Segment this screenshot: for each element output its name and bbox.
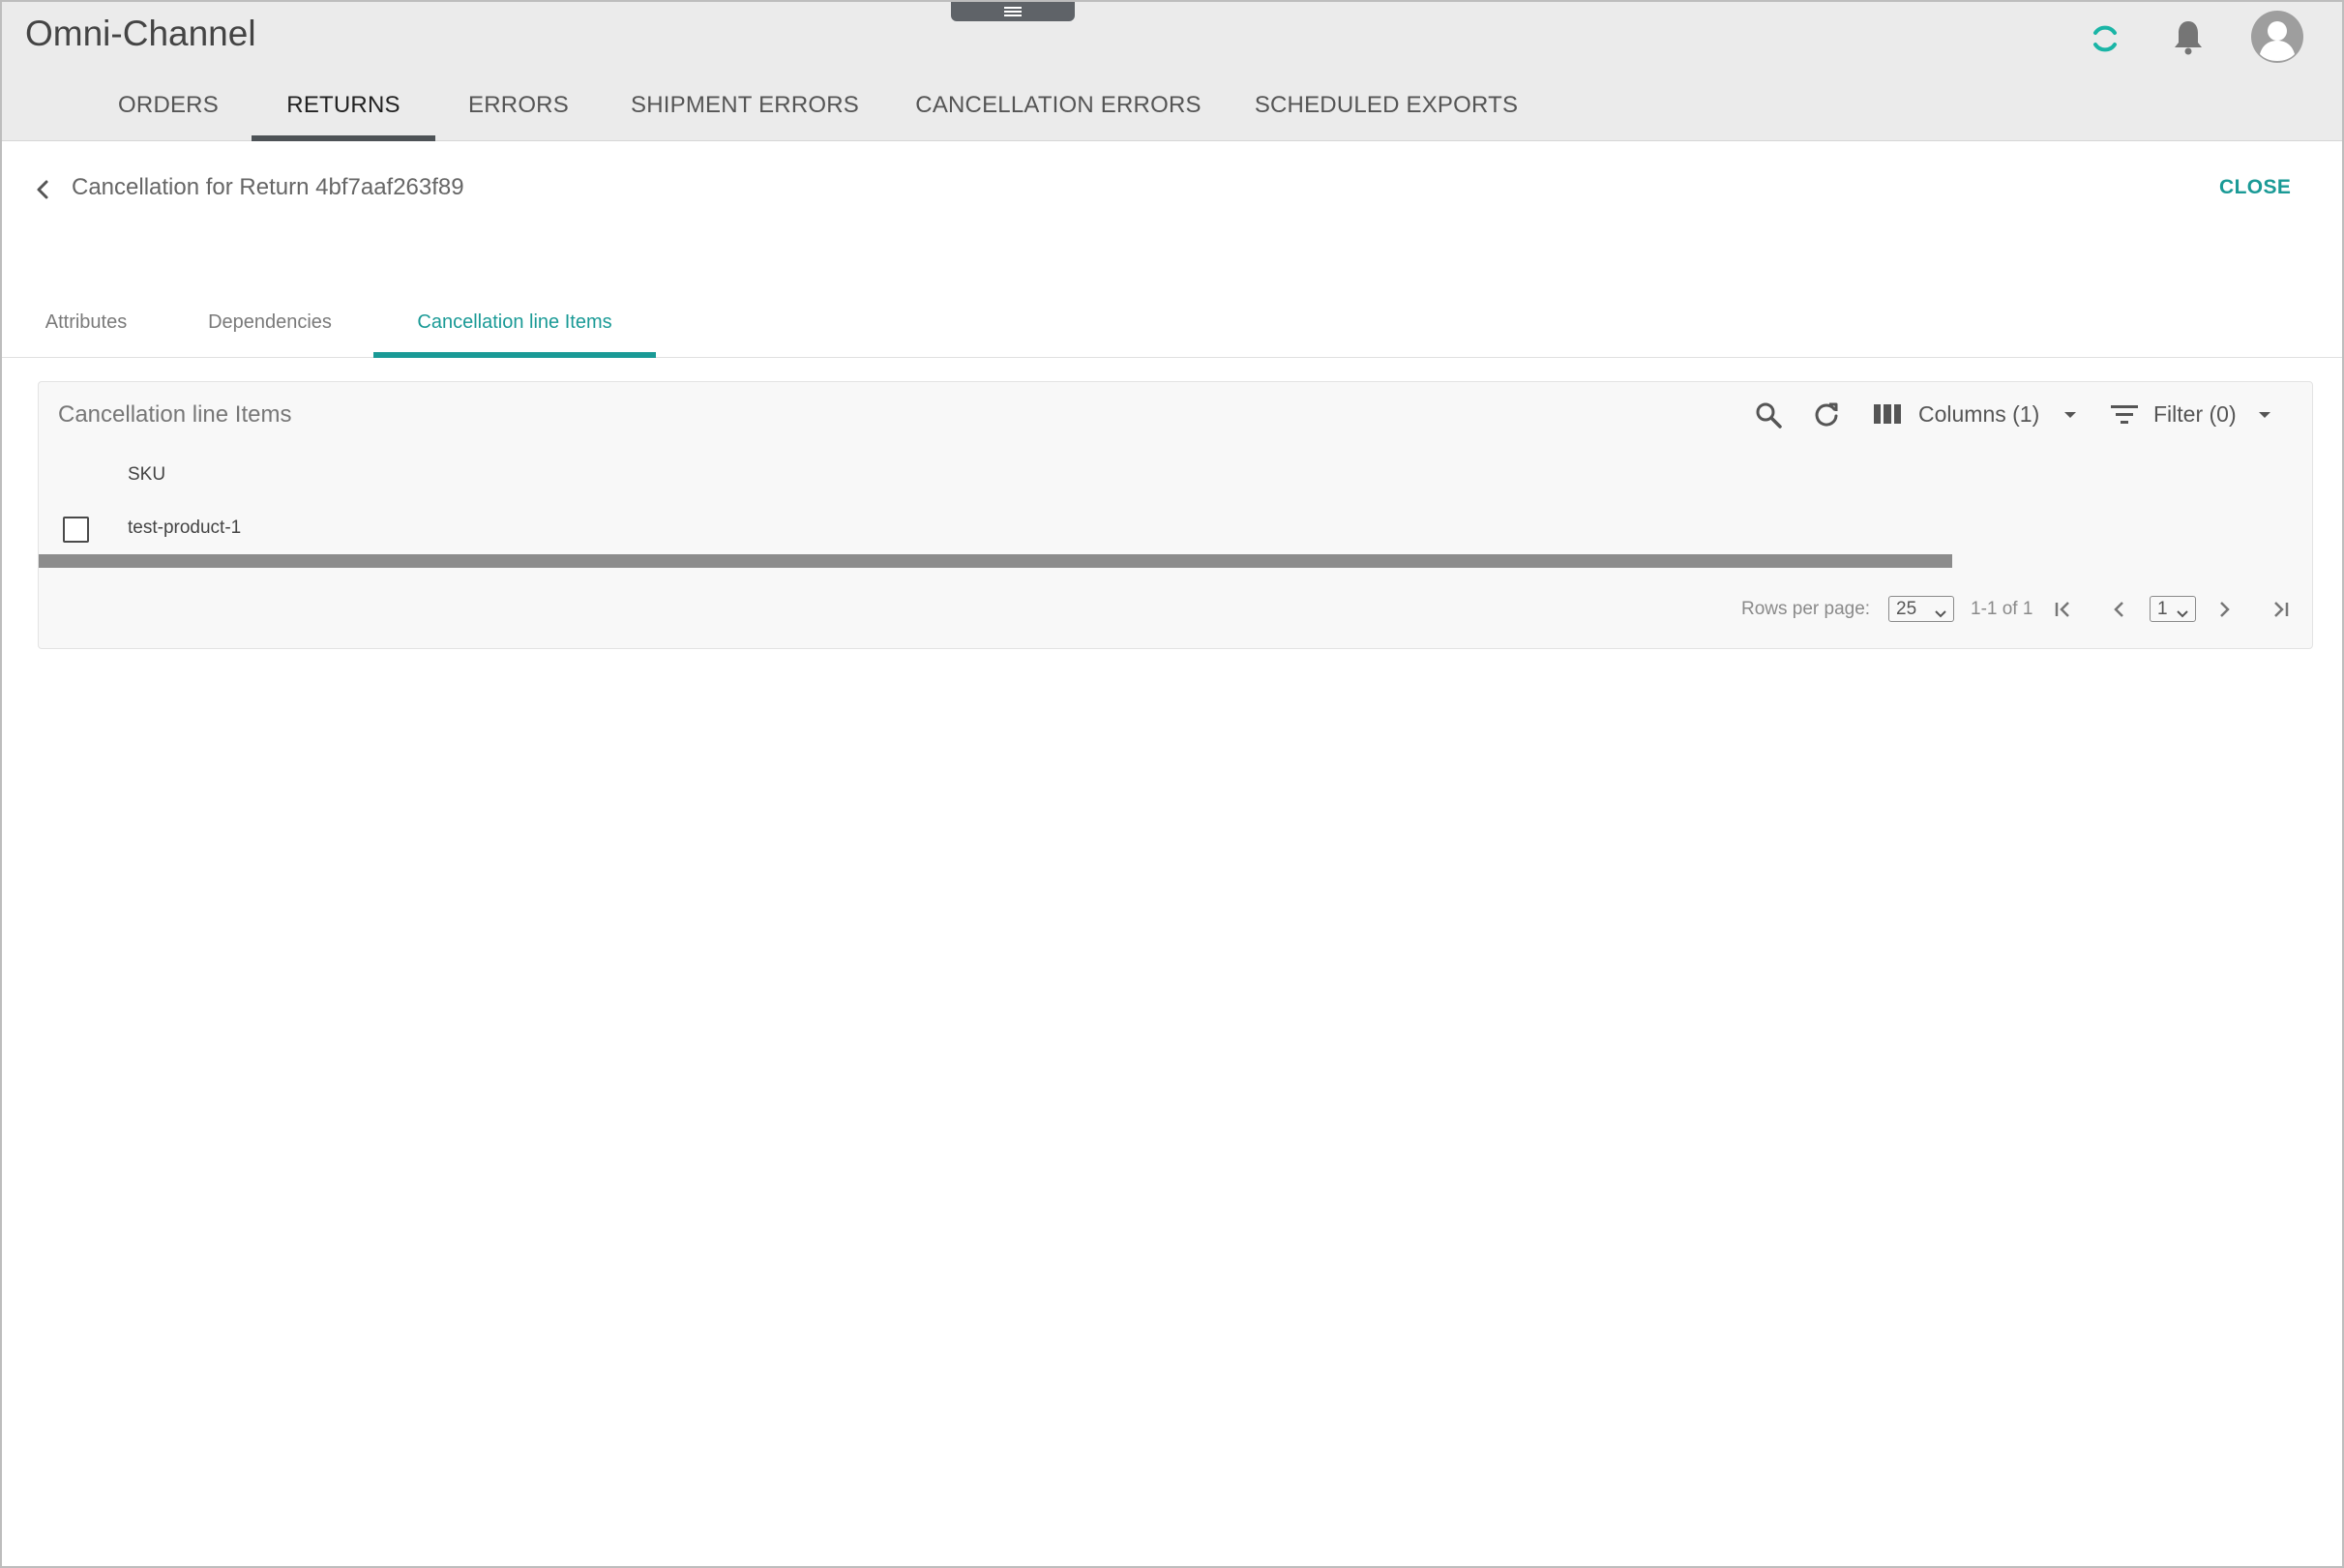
row-checkbox[interactable]: [63, 517, 89, 543]
tab-label: SHIPMENT ERRORS: [631, 92, 859, 118]
app-title: Omni-Channel: [25, 14, 256, 53]
tab-shipment-errors[interactable]: SHIPMENT ERRORS: [627, 79, 863, 141]
main-nav: ORDERS RETURNS ERRORS SHIPMENT ERRORS CA…: [2, 79, 2342, 141]
tab-label: RETURNS: [286, 92, 401, 118]
avatar-icon[interactable]: [2250, 10, 2304, 64]
close-button[interactable]: CLOSE: [2219, 176, 2291, 199]
app-header: Omni-Channel ORDERS RETURNS ERRORS SHIPM…: [2, 2, 2342, 141]
previous-page-icon[interactable]: [2105, 595, 2134, 624]
tab-scheduled-exports[interactable]: SCHEDULED EXPORTS: [1252, 79, 1521, 141]
detail-title: Cancellation for Return 4bf7aaf263f89: [72, 174, 464, 200]
tab-label: Dependencies: [208, 311, 332, 333]
tab-dependencies[interactable]: Dependencies: [182, 292, 358, 358]
tab-label: Cancellation line Items: [417, 311, 612, 333]
column-header-sku[interactable]: SKU: [128, 464, 165, 486]
horizontal-scrollbar[interactable]: [39, 554, 1952, 568]
caret-down-icon[interactable]: [2059, 403, 2082, 427]
last-page-icon[interactable]: [2266, 595, 2295, 624]
rows-per-page-label: Rows per page:: [1741, 599, 1871, 619]
card-title: Cancellation line Items: [58, 401, 292, 428]
tab-cancellation-line-items[interactable]: Cancellation line Items: [373, 292, 656, 358]
tab-label: CANCELLATION ERRORS: [915, 92, 1202, 118]
app-window: Omni-Channel ORDERS RETURNS ERRORS SHIPM…: [0, 0, 2344, 1568]
columns-button[interactable]: Columns (1): [1918, 401, 2039, 428]
chevron-down-icon: [1934, 604, 1947, 625]
detail-tabs: Attributes Dependencies Cancellation lin…: [2, 292, 2342, 358]
columns-icon[interactable]: [1873, 399, 1902, 429]
tab-label: Attributes: [45, 311, 128, 333]
filter-icon[interactable]: [2109, 399, 2140, 429]
filter-button[interactable]: Filter (0): [2153, 401, 2237, 428]
table-cell-sku: test-product-1: [128, 518, 242, 538]
next-page-icon[interactable]: [2210, 595, 2239, 624]
first-page-icon[interactable]: [2049, 595, 2078, 624]
page-value: 1: [2157, 598, 2168, 619]
loading-spinner-icon: [2084, 17, 2126, 60]
caret-down-icon[interactable]: [2253, 403, 2276, 427]
tab-label: ORDERS: [118, 92, 219, 118]
chevron-down-icon: [2176, 604, 2189, 625]
rows-per-page-value: 25: [1896, 598, 1917, 619]
pagination-range: 1-1 of 1: [1971, 599, 2033, 619]
tab-errors[interactable]: ERRORS: [457, 79, 580, 141]
rows-per-page-select[interactable]: 25: [1888, 596, 1954, 622]
back-chevron-icon[interactable]: [33, 176, 54, 208]
tab-attributes[interactable]: Attributes: [21, 292, 151, 358]
line-items-card: Cancellation line Items Columns (1) Filt…: [38, 381, 2313, 649]
bell-icon[interactable]: [2167, 15, 2210, 58]
tab-label: ERRORS: [468, 92, 569, 118]
page-select[interactable]: 1: [2150, 596, 2196, 622]
tab-cancellation-errors[interactable]: CANCELLATION ERRORS: [915, 79, 1202, 141]
menu-handle-icon[interactable]: [951, 2, 1075, 21]
refresh-icon[interactable]: [1809, 398, 1844, 432]
tab-returns[interactable]: RETURNS: [252, 79, 435, 141]
tab-orders[interactable]: ORDERS: [110, 79, 226, 141]
tab-label: SCHEDULED EXPORTS: [1254, 92, 1519, 118]
search-icon[interactable]: [1751, 398, 1786, 432]
